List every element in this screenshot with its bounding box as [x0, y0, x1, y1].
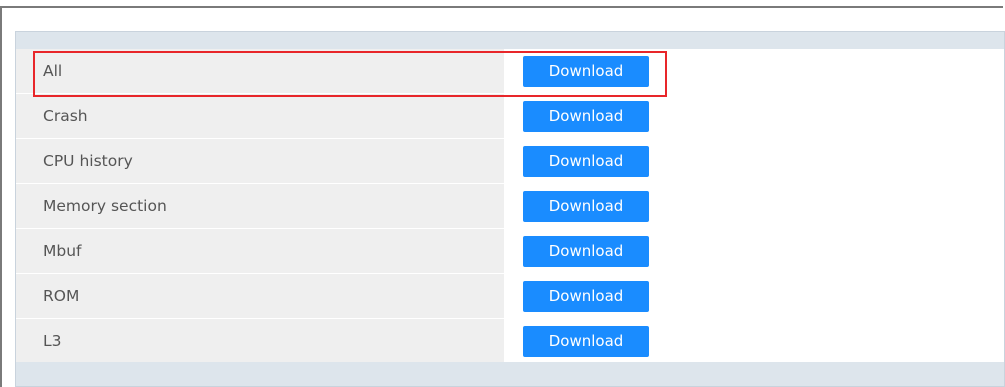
- download-all-button[interactable]: Download: [523, 55, 649, 87]
- download-cpu-history-button[interactable]: Download: [523, 145, 649, 177]
- panel-header: [16, 32, 1004, 49]
- row-label: All: [16, 49, 505, 93]
- action-cell: Download: [505, 274, 1004, 318]
- table-row-mbuf: Mbuf Download: [16, 229, 1004, 274]
- action-cell: Download: [505, 94, 1004, 138]
- row-label: ROM: [16, 274, 505, 318]
- download-crash-button[interactable]: Download: [523, 100, 649, 132]
- row-label: L3: [16, 319, 505, 363]
- download-table: All Download Crash Download CPU history …: [16, 49, 1004, 364]
- table-row-all: All Download: [16, 49, 1004, 94]
- action-cell: Download: [505, 184, 1004, 228]
- table-row-rom: ROM Download: [16, 274, 1004, 319]
- panel-footer: [16, 362, 1004, 386]
- table-row-cpu-history: CPU history Download: [16, 139, 1004, 184]
- download-memory-section-button[interactable]: Download: [523, 190, 649, 222]
- action-cell: Download: [505, 229, 1004, 273]
- table-row-l3: L3 Download: [16, 319, 1004, 364]
- row-label: Mbuf: [16, 229, 505, 273]
- table-row-crash: Crash Download: [16, 94, 1004, 139]
- download-mbuf-button[interactable]: Download: [523, 235, 649, 267]
- download-panel: All Download Crash Download CPU history …: [15, 31, 1005, 387]
- row-label: Crash: [16, 94, 505, 138]
- row-label: Memory section: [16, 184, 505, 228]
- action-cell: Download: [505, 49, 1004, 93]
- download-l3-button[interactable]: Download: [523, 325, 649, 357]
- action-cell: Download: [505, 139, 1004, 183]
- table-row-memory-section: Memory section Download: [16, 184, 1004, 229]
- row-label: CPU history: [16, 139, 505, 183]
- action-cell: Download: [505, 319, 1004, 363]
- download-rom-button[interactable]: Download: [523, 280, 649, 312]
